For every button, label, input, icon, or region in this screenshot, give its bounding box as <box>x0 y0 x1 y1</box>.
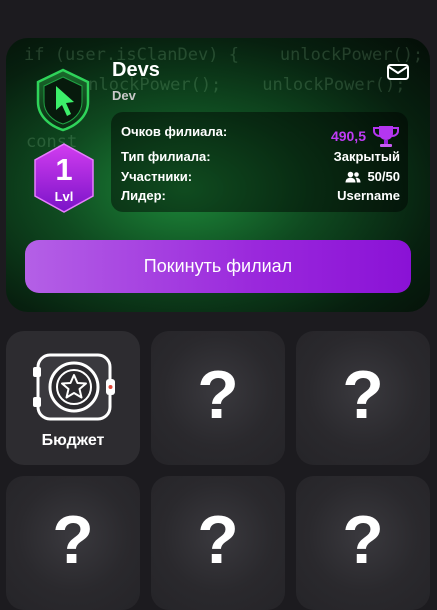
users-icon <box>345 171 361 182</box>
level-number: 1 <box>55 152 73 187</box>
tile-budget-label: Бюджет <box>41 432 105 449</box>
question-icon: ? <box>197 502 239 578</box>
mail-icon[interactable] <box>386 62 410 82</box>
members-label: Участники: <box>121 169 193 184</box>
leader-label: Лидер: <box>121 188 166 203</box>
tile-locked[interactable]: ? <box>6 476 140 610</box>
tile-locked[interactable]: ? <box>296 331 430 465</box>
question-icon: ? <box>52 502 94 578</box>
level-label: Lvl <box>54 189 74 204</box>
tile-budget[interactable]: Бюджет <box>6 331 140 465</box>
type-row: Тип филиала: Закрытый <box>121 149 400 167</box>
vault-star-icon <box>33 353 115 421</box>
members-value: 50/50 <box>367 169 400 184</box>
tile-locked[interactable]: ? <box>151 476 285 610</box>
clan-emblem-icon <box>36 68 90 132</box>
leader-value[interactable]: Username <box>337 188 400 203</box>
type-value: Закрытый <box>333 149 400 164</box>
members-row: Участники: 50/50 <box>121 169 400 187</box>
tile-locked[interactable]: ? <box>151 331 285 465</box>
clan-type-tag: Dev <box>112 88 136 103</box>
leader-row: Лидер: Username <box>121 188 400 206</box>
points-value: 490,5 <box>330 128 366 144</box>
type-label: Тип филиала: <box>121 149 211 164</box>
question-icon: ? <box>342 357 384 433</box>
points-row: Очков филиала: 490,5 <box>121 124 400 147</box>
clan-card: if (user.isClanDev) { unlockPower(); unl… <box>6 38 430 312</box>
clan-name: Devs <box>112 59 160 81</box>
leave-branch-button[interactable]: Покинуть филиал <box>25 240 411 293</box>
tile-locked[interactable]: ? <box>296 476 430 610</box>
clan-info-panel: Очков филиала: 490,5 Тип филиала: Закрыт… <box>111 112 408 212</box>
question-icon: ? <box>342 502 384 578</box>
question-icon: ? <box>197 357 239 433</box>
points-label: Очков филиала: <box>121 124 228 139</box>
trophy-icon <box>373 126 399 147</box>
